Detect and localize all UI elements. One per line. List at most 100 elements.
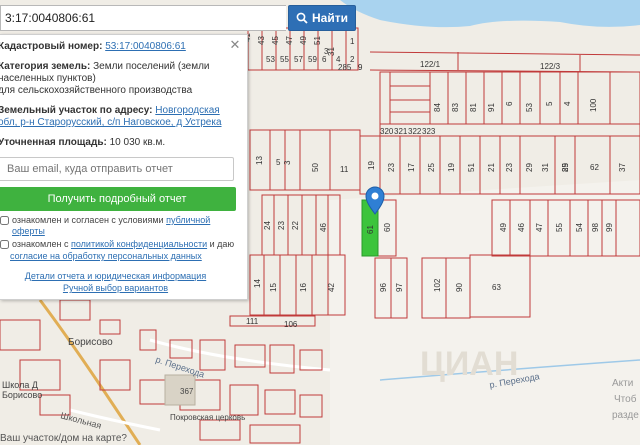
- parcel-info-panel: ✕ Кадастровый номер: 53:17:0040806:61 Ка…: [0, 34, 248, 300]
- parcel-label: 37: [618, 163, 627, 172]
- area-label: Уточненная площадь:: [0, 137, 107, 148]
- parcel-label: 98: [591, 223, 600, 232]
- parcel-label: 320: [380, 127, 394, 136]
- parcel-label: 23: [387, 163, 396, 172]
- category-label: Категория земель:: [0, 61, 91, 72]
- parcel-label: 11: [340, 165, 349, 174]
- category-row: Категория земель: Земли поселений (земли…: [0, 61, 239, 97]
- parcel-label: 42: [327, 283, 336, 292]
- parcel-label: 46: [517, 223, 526, 232]
- place-label: 367: [180, 387, 194, 396]
- parcel-label: 6: [505, 101, 514, 106]
- privacy-link[interactable]: политикой конфиденциальности: [71, 239, 207, 249]
- parcel-label: 111: [246, 317, 259, 326]
- parcel-label: 99: [605, 223, 614, 232]
- parcel-label: 90: [455, 283, 464, 292]
- parcel-label: 17: [407, 163, 416, 172]
- manual-selection-link[interactable]: Ручной выбор вариантов: [0, 282, 239, 294]
- parcel-label: 51: [313, 36, 322, 45]
- search-button-label: Найти: [312, 11, 348, 25]
- address-label: Земельный участок по адресу:: [0, 105, 153, 116]
- parcel-label: 23: [505, 163, 514, 172]
- parcel-label: 100: [589, 98, 598, 112]
- parcel-label: 61: [366, 225, 375, 234]
- parcel-label: 46: [319, 223, 328, 232]
- privacy-agreement[interactable]: ознакомлен с политикой конфиденциальност…: [0, 239, 239, 250]
- parcel-label: 3: [283, 160, 292, 165]
- place-label: разде: [612, 410, 639, 421]
- parcel-label: 4: [563, 101, 572, 106]
- place-label: Борисово: [68, 337, 113, 348]
- parcel-label: 102: [433, 278, 442, 292]
- parcel-label: 60: [383, 223, 392, 232]
- parcel-label: 45: [271, 36, 280, 45]
- parcel-label: 97: [395, 283, 404, 292]
- parcel-label: 84: [433, 103, 442, 112]
- parcel-label: 53: [266, 55, 275, 64]
- watermark: ЦИАН: [420, 345, 518, 383]
- parcel-label: 9: [358, 63, 363, 72]
- parcel-label: 14: [253, 279, 262, 288]
- hint-link[interactable]: Ваш участок/дом на карте?: [0, 433, 127, 444]
- parcel-label: 122/1: [420, 60, 441, 69]
- parcel-label: 21: [487, 163, 496, 172]
- offer-agreement[interactable]: ознакомлен и согласен с условиями публич…: [0, 215, 239, 237]
- get-report-button[interactable]: Получить подробный отчет: [0, 187, 236, 211]
- parcel-label: 285: [338, 63, 352, 72]
- parcel-label: 47: [285, 36, 294, 45]
- parcel-label: 57: [294, 55, 303, 64]
- email-field[interactable]: [0, 157, 234, 181]
- parcel-label: 23: [277, 221, 286, 230]
- parcel-label: 49: [499, 223, 508, 232]
- parcel-label: 16: [299, 283, 308, 292]
- parcel-label: 43: [257, 36, 266, 45]
- parcel-label: 122/3: [540, 62, 561, 71]
- area-value: 10 030 кв.м.: [109, 137, 166, 148]
- search-button[interactable]: Найти: [288, 5, 356, 31]
- parcel-label: 5: [276, 158, 281, 167]
- search-icon: [296, 12, 308, 24]
- place-label: Покровская церковь: [170, 413, 245, 422]
- parcel-label: 321: [394, 127, 408, 136]
- area-row: Уточненная площадь: 10 030 кв.м.: [0, 137, 239, 149]
- parcel-label: 13: [255, 156, 264, 165]
- report-details-link[interactable]: Детали отчета и юридическая информация: [0, 270, 239, 282]
- privacy-agreement-text: ознакомлен с политикой конфиденциальност…: [12, 239, 235, 249]
- parcel-label: 59: [308, 55, 317, 64]
- parcel-label: 19: [447, 163, 456, 172]
- consent-link[interactable]: согласие на обработку персональных данны…: [10, 251, 239, 262]
- address-row: Земельный участок по адресу: Новгородска…: [0, 105, 239, 129]
- cadastral-row: Кадастровый номер: 53:17:0040806:61: [0, 41, 239, 53]
- search-input[interactable]: [0, 5, 286, 31]
- category-note: для сельскохозяйственного производства: [0, 85, 193, 96]
- privacy-checkbox[interactable]: [0, 240, 9, 249]
- parcel-label: 50: [311, 163, 320, 172]
- parcel-label: 51: [467, 163, 476, 172]
- parcel-label: 55: [280, 55, 289, 64]
- search-bar: Найти: [0, 5, 356, 31]
- parcel-label: 96: [379, 283, 388, 292]
- parcel-label: 83: [451, 103, 460, 112]
- parcel-label: 22: [291, 221, 300, 230]
- place-label: Школа Д: [2, 380, 38, 390]
- parcel-label: 49: [299, 36, 308, 45]
- place-label: Акти: [612, 378, 633, 389]
- parcel-label: 53: [525, 103, 534, 112]
- cadastral-label: Кадастровый номер:: [0, 41, 103, 52]
- offer-agreement-text: ознакомлен и согласен с условиями публич…: [12, 215, 211, 236]
- parcel-label: 19: [367, 161, 376, 170]
- parcel-label: 106: [284, 320, 298, 329]
- parcel-label: 31: [541, 163, 550, 172]
- parcel-label: 1: [350, 37, 355, 46]
- parcel-label: 55: [555, 223, 564, 232]
- close-icon[interactable]: ✕: [229, 38, 241, 51]
- parcel-label: 322: [408, 127, 422, 136]
- parcel-label: 47: [535, 223, 544, 232]
- parcel-label: 81: [469, 103, 478, 112]
- parcel-label: 54: [575, 223, 584, 232]
- parcel-label: 29: [525, 163, 534, 172]
- parcel-label: 91: [487, 103, 496, 112]
- place-label: Борисово: [2, 390, 42, 400]
- offer-checkbox[interactable]: [0, 216, 9, 225]
- cadastral-link[interactable]: 53:17:0040806:61: [105, 41, 186, 52]
